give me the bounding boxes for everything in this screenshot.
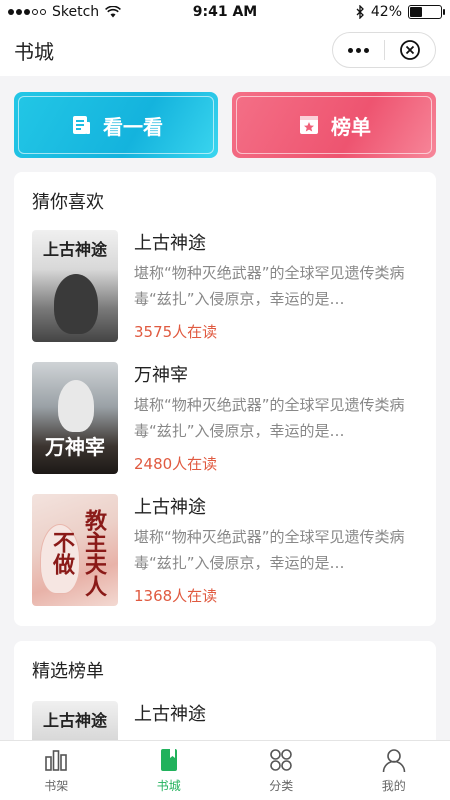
- bookstore-icon: [160, 749, 177, 771]
- book-item[interactable]: 万神宰 万神宰 堪称“物种灭绝武器”的全球罕见遗传类病毒“兹扎”入侵原京，幸运的…: [32, 362, 422, 474]
- rank-button[interactable]: 榜单: [232, 92, 436, 158]
- section-title: 猜你喜欢: [32, 192, 104, 213]
- book-cover: 万神宰: [32, 362, 118, 474]
- book-description: 堪称“物种灭绝武器”的全球罕见遗传类病毒“兹扎”入侵原京，幸运的是…: [134, 396, 405, 440]
- status-time: 9:41 AM: [192, 4, 258, 20]
- battery-fill: [410, 7, 422, 17]
- more-button[interactable]: [333, 33, 384, 67]
- book-title: 上古神途: [134, 704, 206, 725]
- book-title: 万神宰: [134, 365, 188, 386]
- tab-label: 我的: [381, 779, 406, 793]
- signal-icon: [8, 9, 46, 15]
- ranking-badge-icon: [300, 116, 318, 134]
- reader-count: 3575人在读: [134, 323, 218, 341]
- book-info: 上古神途 堪称“物种灭绝武器”的全球罕见遗传类病毒“兹扎”入侵原京，幸运的是… …: [134, 230, 422, 342]
- battery-icon: [408, 5, 445, 19]
- more-icon: [347, 47, 369, 53]
- cover-title: 万神宰: [45, 435, 105, 459]
- book-description: 堪称“物种灭绝武器”的全球罕见遗传类病毒“兹扎”入侵原京，幸运的是…: [134, 264, 405, 308]
- book-cover: 上古神途: [32, 230, 118, 342]
- tab-category[interactable]: 分类: [225, 741, 338, 800]
- header: 书城: [0, 24, 450, 76]
- tab-bookstore[interactable]: 书城: [113, 741, 226, 800]
- reader-count: 1368人在读: [134, 587, 218, 605]
- look-button[interactable]: 看一看: [14, 92, 218, 158]
- carrier-name: Sketch: [52, 4, 100, 20]
- reader-count: 2480人在读: [134, 455, 218, 473]
- tab-profile[interactable]: 我的: [338, 741, 450, 800]
- document-icon: [73, 116, 90, 134]
- book-item[interactable]: 教主夫人不做 上古神途 堪称“物种灭绝武器”的全球罕见遗传类病毒“兹扎”入侵原京…: [32, 494, 422, 606]
- tab-label: 分类: [269, 779, 294, 793]
- tab-label: 书架: [44, 779, 69, 793]
- profile-icon: [382, 749, 406, 773]
- category-icon: [270, 749, 293, 771]
- capsule-menu: [332, 32, 436, 68]
- cover-title: 上古神途: [42, 711, 107, 730]
- page-title: 书城: [14, 39, 54, 64]
- action-buttons: 看一看 榜单: [14, 92, 436, 158]
- tab-bookshelf[interactable]: 书架: [0, 741, 113, 800]
- look-label: 看一看: [103, 114, 163, 139]
- book-title: 上古神途: [134, 233, 206, 254]
- close-icon: [399, 40, 420, 60]
- tab-bar: 书架 书城 分类 我的: [0, 740, 450, 800]
- close-button[interactable]: [385, 33, 436, 67]
- status-bar: Sketch 9:41 AM 42%: [0, 0, 450, 24]
- wifi-icon: [105, 6, 122, 18]
- section-title: 精选榜单: [32, 661, 104, 682]
- rank-label: 榜单: [331, 114, 371, 139]
- book-cover: 教主夫人不做: [32, 494, 118, 606]
- bluetooth-icon: [356, 5, 364, 19]
- book-item[interactable]: 上古神途 上古神途 堪称“物种灭绝武器”的全球罕见遗传类病毒“兹扎”入侵原京，幸…: [32, 230, 422, 342]
- bookshelf-icon: [45, 750, 68, 771]
- book-title: 上古神途: [134, 497, 206, 518]
- battery-percent: 42%: [370, 4, 402, 20]
- status-left: Sketch: [8, 4, 122, 20]
- cover-title: 上古神途: [42, 240, 107, 259]
- status-right: 42%: [355, 4, 445, 20]
- book-info: 上古神途 堪称“物种灭绝武器”的全球罕见遗传类病毒“兹扎”入侵原京，幸运的是… …: [134, 494, 422, 606]
- book-description: 堪称“物种灭绝武器”的全球罕见遗传类病毒“兹扎”入侵原京，幸运的是…: [134, 528, 405, 572]
- guess-section: 猜你喜欢 上古神途 上古神途 堪称“物种灭绝武器”的全球罕见遗传类病毒“兹扎”入…: [14, 172, 436, 626]
- tab-label: 书城: [156, 779, 181, 793]
- cover-title: 教主夫人不做: [49, 509, 107, 597]
- book-info: 万神宰 堪称“物种灭绝武器”的全球罕见遗传类病毒“兹扎”入侵原京，幸运的是… 2…: [134, 362, 422, 474]
